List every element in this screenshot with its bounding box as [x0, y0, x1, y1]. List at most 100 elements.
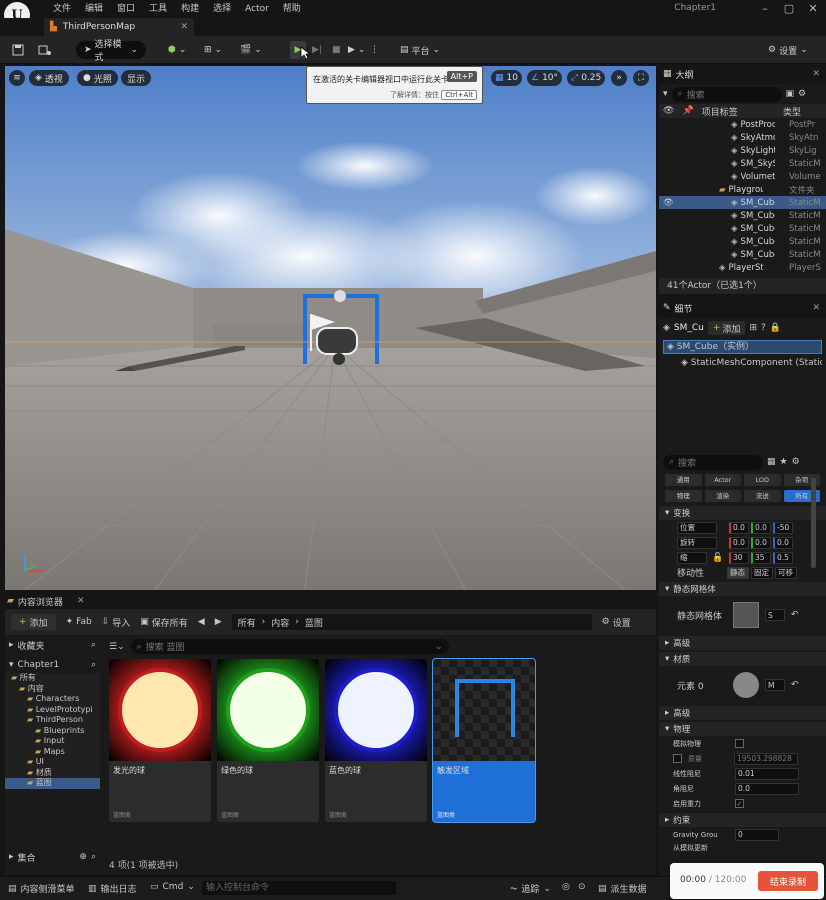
mesh-thumbnail[interactable] — [733, 602, 759, 628]
menu-file[interactable]: 文件 — [46, 2, 78, 16]
scale-y[interactable]: 35 — [751, 551, 771, 564]
outliner-row[interactable]: ◈SM_Cube StaticM — [659, 209, 826, 222]
mass-checkbox[interactable] — [673, 754, 682, 763]
section-static-mesh[interactable]: ▾ 静态网格体 — [659, 582, 826, 596]
material-thumbnail[interactable] — [733, 672, 759, 698]
folder-tree-item[interactable]: ▰ 所有 — [5, 673, 100, 684]
rotation-x[interactable]: 0.0 — [729, 536, 749, 549]
rotation-dropdown[interactable]: 旋转 — [677, 536, 717, 549]
reset-icon[interactable]: ↶ — [791, 680, 799, 690]
output-log-button[interactable]: ▥ 输出日志 — [88, 882, 137, 896]
record-icon[interactable]: ◎ — [562, 882, 570, 892]
folder-tree-item[interactable]: ▰ ThirdPerson — [5, 715, 100, 726]
outliner-row[interactable]: ◈ SkyAtmo SkyAtn — [659, 131, 826, 144]
stop-button[interactable]: ■ — [332, 41, 341, 59]
camera-speed-button[interactable]: » — [611, 70, 627, 86]
star-icon[interactable]: ★ — [780, 457, 788, 467]
save-icon[interactable] — [12, 41, 24, 59]
blueprint-icon[interactable]: ⊞ — [749, 323, 757, 333]
location-dropdown[interactable]: 位置 — [677, 521, 717, 534]
mobility-stationary[interactable]: 固定 — [751, 566, 773, 579]
folder-tree-item[interactable]: ▰ 材质 — [5, 768, 100, 779]
folder-tree-item[interactable]: ▰ 蓝图 — [5, 778, 100, 789]
maximize-icon[interactable]: ▢ — [782, 2, 796, 16]
breadcrumb-blueprints[interactable]: 蓝图 — [305, 616, 323, 629]
folder-tree-item[interactable]: ▰ 内容 — [5, 684, 100, 695]
menu-edit[interactable]: 编辑 — [78, 2, 110, 16]
outliner-row[interactable]: ▰Playgroun 文件夹 — [659, 183, 826, 196]
section-advanced[interactable]: ▸ 高级 — [659, 636, 826, 650]
section-shadow[interactable]: ▸ 高级 — [659, 706, 826, 720]
menu-window[interactable]: 窗口 — [110, 2, 142, 16]
outliner-search[interactable]: ⌕ 搜索 — [671, 86, 782, 102]
outliner-row[interactable]: ◈ SM_SkyS StaticM — [659, 157, 826, 170]
asset-card[interactable]: 发光的球 蓝图类 — [109, 659, 211, 822]
location-z[interactable]: -50 — [773, 521, 793, 534]
reset-icon[interactable]: ↶ — [791, 610, 799, 620]
help-icon[interactable]: ? — [761, 323, 766, 333]
menu-tools[interactable]: 工具 — [142, 2, 174, 16]
stop-recording-button[interactable]: 结束录制 — [758, 871, 818, 891]
settings-button[interactable]: ⚙ 设置 ⌄ — [768, 41, 808, 59]
outliner-row[interactable]: ◈SM_Cube StaticM — [659, 235, 826, 248]
outliner-tab[interactable]: ▦ 大纲 ✕ — [659, 64, 826, 84]
source-control-icon[interactable]: ⊙ — [578, 882, 586, 892]
column-item-label[interactable]: 项目标签 — [702, 105, 738, 118]
visibility-icon[interactable]: 👁 — [663, 198, 674, 208]
source-control-icon[interactable] — [38, 41, 52, 59]
mobility-static[interactable]: 静态 — [727, 566, 749, 579]
play-options-icon[interactable]: ⋮ — [370, 41, 379, 59]
collections-header[interactable]: ▸ 集合 ⊕ ⌕ — [5, 849, 100, 865]
mobility-movable[interactable]: 可移 — [775, 566, 797, 579]
component-root[interactable]: ◈ SM_Cube（实例） — [663, 340, 822, 354]
show-button[interactable]: 显示 — [121, 70, 152, 86]
outliner-row[interactable]: ◈ SkyLight SkyLig — [659, 144, 826, 157]
details-scrollbar[interactable] — [811, 478, 816, 568]
linear-damping-field[interactable]: 0.01 — [735, 767, 799, 780]
scale-z[interactable]: 0.5 — [773, 551, 793, 564]
derived-data-button[interactable]: ▤ 派生数据 — [598, 882, 647, 896]
search-icon[interactable]: ⌕ — [91, 660, 96, 670]
asset-card[interactable]: 蓝色的球 蓝图类 — [325, 659, 427, 822]
search-icon[interactable]: ⌕ — [91, 852, 96, 862]
section-physics[interactable]: ▾ 物理 — [659, 722, 826, 736]
outliner-row[interactable]: 👁 ◈SM_Cube StaticM — [659, 196, 826, 209]
step-button[interactable]: ▶| — [312, 41, 322, 59]
gravity-group-field[interactable]: 0 — [735, 828, 779, 841]
folder-tree-item[interactable]: ▰ LevelPrototypi — [5, 705, 100, 716]
breadcrumb-all[interactable]: 所有 — [238, 616, 256, 629]
gear-icon[interactable]: ⚙ — [798, 89, 806, 99]
project-header[interactable]: ▾ Chapter1 ⌕ — [5, 657, 100, 673]
folder-tree-item[interactable]: ▰ Blueprints — [5, 726, 100, 737]
import-button[interactable]: ⇩ 导入 — [102, 616, 131, 629]
scale-x[interactable]: 30 — [729, 551, 749, 564]
close-tab-icon[interactable]: ✕ — [180, 22, 188, 32]
search-icon[interactable]: ⌕ — [91, 640, 96, 650]
details-search[interactable]: ⌕ 搜索 — [663, 454, 763, 470]
close-icon[interactable]: ✕ — [812, 69, 820, 79]
pin-icon[interactable]: 📌 — [682, 106, 693, 116]
close-icon[interactable]: ✕ — [77, 596, 85, 606]
filter-tab[interactable]: LOD — [744, 474, 781, 486]
content-browser-tab[interactable]: ▰ 内容浏览器 ✕ — [5, 593, 656, 609]
filter-icon[interactable]: ▾ — [663, 89, 668, 99]
filter-tab[interactable]: Actor — [704, 474, 741, 486]
outliner-row[interactable]: ◈Volumetr Volume — [659, 170, 826, 183]
menu-help[interactable]: 帮助 — [276, 2, 308, 16]
component-child[interactable]: ◈ StaticMeshComponent (StaticM — [663, 356, 822, 370]
folder-tree-item[interactable]: ▰ Input — [5, 736, 100, 747]
perspective-button[interactable]: ◈ 透视 — [29, 70, 69, 86]
eye-icon[interactable]: 👁 — [663, 106, 674, 116]
asset-card[interactable]: 触发区域 蓝图类 — [432, 658, 536, 823]
favorites-header[interactable]: ▸ 收藏夹 ⌕ — [5, 637, 100, 653]
scale-snap-toggle[interactable]: ⤢ 0.25 — [567, 70, 606, 86]
trace-button[interactable]: ⏦ 追踪 ⌄ — [510, 882, 551, 896]
add-component-button[interactable]: + 添加 — [707, 321, 746, 335]
asset-card[interactable]: 绿色的球 蓝图类 — [217, 659, 319, 822]
tab-third-person-map[interactable]: ▙ ThirdPersonMap ✕ — [44, 18, 194, 36]
close-icon[interactable]: ✕ — [812, 303, 820, 313]
outliner-row[interactable]: ◈ PostProc PostPr — [659, 118, 826, 131]
maximize-viewport-button[interactable]: ⛶ — [633, 70, 649, 86]
outliner-row[interactable]: ◈SM_Cube StaticM — [659, 248, 826, 261]
filter-tab[interactable]: 流送 — [744, 489, 781, 502]
